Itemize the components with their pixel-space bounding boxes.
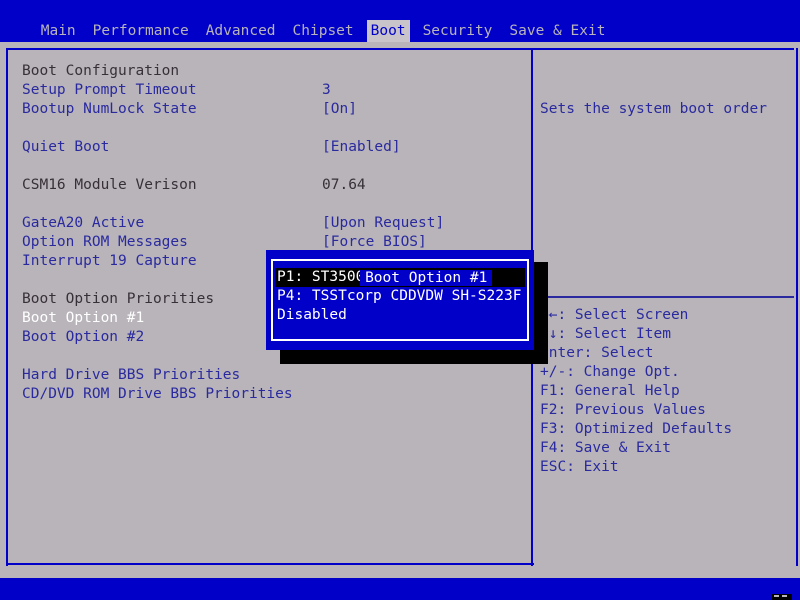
content-frame-bottom-border — [6, 563, 534, 565]
setting-value[interactable]: 3 — [322, 81, 331, 100]
setting-label: Hard Drive BBS Priorities — [22, 367, 241, 383]
setting-label: CSM16 Module Verison — [22, 177, 197, 193]
key-legend-key: +/- — [540, 364, 567, 380]
settings-spacer — [22, 157, 522, 176]
setting-row-csm16-module-verison: CSM16 Module Verison 07.64 — [22, 176, 522, 195]
setting-label: Boot Option #2 — [22, 329, 145, 345]
corner-artifact — [772, 594, 792, 600]
menu-tab-chipset[interactable]: Chipset — [289, 20, 358, 42]
key-legend-key: ESC — [540, 459, 567, 475]
key-legend-action: : Select Item — [557, 326, 671, 342]
setting-label: GateA20 Active — [22, 215, 145, 231]
menu-tab-advanced[interactable]: Advanced — [202, 20, 280, 42]
bios-setup-screen: Aptio Setup Utility - Copyright (C) 2011… — [0, 0, 800, 600]
setting-row-bootup-numlock-state[interactable]: Bootup NumLock State [On] — [22, 100, 522, 119]
right-panel-border — [796, 48, 798, 566]
key-legend-key: F4 — [540, 440, 558, 456]
setting-row-cd-dvd-rom-drive-bbs-priorities[interactable]: CD/DVD ROM Drive BBS Priorities — [22, 385, 522, 404]
setting-label: Boot Option Priorities — [22, 291, 215, 307]
key-legend-item: Enter: Select — [540, 344, 790, 363]
key-legend-action: : Previous Values — [557, 402, 706, 418]
setting-label: Setup Prompt Timeout — [22, 82, 197, 98]
key-legend-item: →←: Select Screen — [540, 306, 790, 325]
setting-row-hard-drive-bbs-priorities[interactable]: Hard Drive BBS Priorities — [22, 366, 522, 385]
key-legend-action: : General Help — [557, 383, 680, 399]
key-legend-key: F2 — [540, 402, 558, 418]
title-bar: Aptio Setup Utility - Copyright (C) 2011… — [0, 0, 800, 38]
key-legend-item: ESC: Exit — [540, 458, 790, 477]
setting-label: Option ROM Messages — [22, 234, 188, 250]
setting-value[interactable]: [On] — [322, 100, 357, 119]
setting-row-gatea20-active[interactable]: GateA20 Active [Upon Request] — [22, 214, 522, 233]
menu-tab-save-exit[interactable]: Save & Exit — [505, 20, 609, 42]
footer-bar: Version 2.11.1210. Copyright (C) 2011 Am… — [0, 578, 800, 600]
setting-row-setup-prompt-timeout[interactable]: Setup Prompt Timeout 3 — [22, 81, 522, 100]
dialog-title-text: Boot Option #1 — [360, 270, 493, 286]
dialog-option-item[interactable]: Disabled — [275, 306, 525, 325]
help-panel: Sets the system boot order — [540, 62, 790, 157]
key-legend-item: F3: Optimized Defaults — [540, 420, 790, 439]
key-legend-action: : Save & Exit — [557, 440, 671, 456]
help-description: Sets the system boot order — [540, 101, 767, 117]
setting-label: Boot Configuration — [22, 63, 180, 79]
menu-bar[interactable]: Main Performance Advanced Chipset Boot Securi… — [0, 20, 800, 42]
key-legend-item: F4: Save & Exit — [540, 439, 790, 458]
menu-tab-security[interactable]: Security — [419, 20, 497, 42]
key-legend-action: : Select Screen — [557, 307, 689, 323]
key-legend-key: F3 — [540, 421, 558, 437]
key-legend-item: F1: General Help — [540, 382, 790, 401]
key-legend-panel: →←: Select Screen ↑↓: Select Item Enter: S… — [540, 306, 790, 477]
key-legend-action: : Select — [583, 345, 654, 361]
dialog-title: Boot Option #1 — [266, 251, 534, 305]
key-legend-action: : Optimized Defaults — [557, 421, 733, 437]
setting-row-boot-configuration: Boot Configuration — [22, 62, 522, 81]
key-legend-action: : Change Opt. — [566, 364, 680, 380]
settings-spacer — [22, 195, 522, 214]
setting-label: Boot Option #1 — [22, 310, 145, 326]
menu-tab-boot[interactable]: Boot — [366, 20, 410, 42]
key-legend-item: +/-: Change Opt. — [540, 363, 790, 382]
setting-label: CD/DVD ROM Drive BBS Priorities — [22, 386, 293, 402]
help-panel-separator — [538, 296, 794, 298]
menu-tab-performance[interactable]: Performance — [89, 20, 193, 42]
setting-value[interactable]: [Upon Request] — [322, 214, 444, 233]
setting-value: 07.64 — [322, 177, 366, 193]
setting-value[interactable]: [Enabled] — [322, 138, 401, 157]
key-legend-item: F2: Previous Values — [540, 401, 790, 420]
key-legend-action: : Exit — [566, 459, 619, 475]
setting-label: Interrupt 19 Capture — [22, 253, 197, 269]
setting-label: Bootup NumLock State — [22, 101, 197, 117]
menu-tab-main[interactable]: Main — [37, 20, 80, 42]
key-legend-item: ↑↓: Select Item — [540, 325, 790, 344]
setting-label: Quiet Boot — [22, 139, 110, 155]
boot-option-dialog[interactable]: Boot Option #1 P1: ST3500320AS P4: TSSTco… — [266, 250, 534, 350]
key-legend-key: F1 — [540, 383, 558, 399]
setting-row-quiet-boot[interactable]: Quiet Boot [Enabled] — [22, 138, 522, 157]
settings-spacer — [22, 119, 522, 138]
